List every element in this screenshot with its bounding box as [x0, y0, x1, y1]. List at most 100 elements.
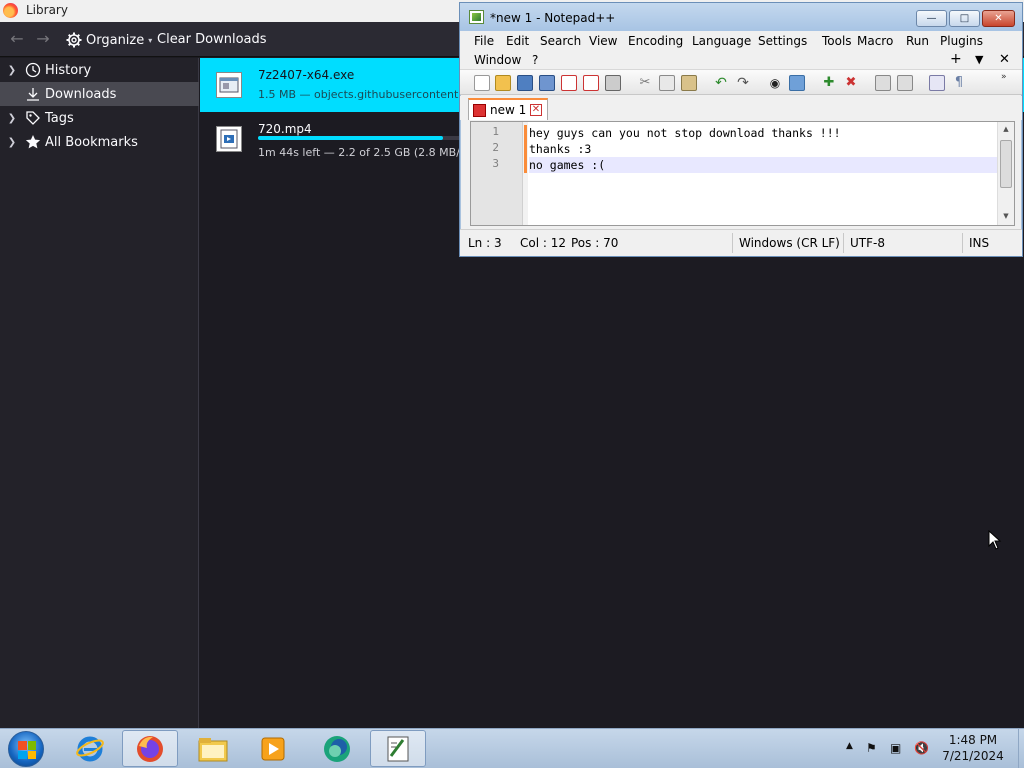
video-file-icon — [216, 126, 242, 152]
scrollbar-thumb[interactable] — [1000, 140, 1012, 188]
code-line[interactable]: thanks :3 — [529, 141, 999, 157]
menu-language[interactable]: Language — [692, 34, 751, 48]
scroll-down-icon[interactable]: ▼ — [998, 212, 1014, 220]
clear-downloads-button[interactable]: Clear Downloads — [157, 32, 267, 47]
line-number-gutter: 1 2 3 — [471, 122, 523, 225]
paste-icon[interactable] — [681, 75, 697, 91]
forward-arrow-icon[interactable]: → — [34, 30, 52, 48]
sync-horizontal-icon[interactable] — [897, 75, 913, 91]
volume-muted-icon[interactable]: 🔇 — [914, 741, 929, 755]
library-sidebar: ❯ History Downloads ❯ Tags ❯ All Bookmar… — [0, 58, 199, 728]
library-title: Library — [26, 3, 68, 17]
chevron-right-icon[interactable]: ❯ — [0, 137, 24, 148]
download-progress-bar — [258, 136, 468, 140]
status-line-ending[interactable]: Windows (CR LF) — [739, 236, 840, 250]
vertical-scrollbar[interactable]: ▲ ▼ — [997, 122, 1014, 225]
taskbar-notepadpp[interactable] — [370, 730, 426, 767]
download-icon — [24, 85, 42, 103]
download-filename: 7z2407-x64.exe — [258, 68, 355, 82]
scroll-up-icon[interactable]: ▲ — [998, 125, 1014, 133]
menu-search[interactable]: Search — [540, 34, 581, 48]
menu-help[interactable]: ? — [532, 53, 538, 67]
tab-new-1[interactable]: new 1 ✕ — [468, 98, 548, 120]
show-desktop-button[interactable] — [1018, 729, 1024, 768]
close-document-icon[interactable]: ✕ — [999, 52, 1010, 67]
change-marker — [524, 125, 527, 141]
notepadpp-toolbar: ✂ ↶ ↷ ◉ ✚ ✖ ¶ » — [460, 69, 1022, 95]
clock-time: 1:48 PM — [948, 733, 998, 747]
code-line[interactable]: hey guys can you not stop download thank… — [529, 125, 999, 141]
tab-close-icon[interactable]: ✕ — [530, 104, 542, 116]
change-marker — [524, 141, 527, 157]
chevron-right-icon[interactable]: ❯ — [0, 65, 24, 76]
menu-tools[interactable]: Tools — [822, 34, 852, 48]
change-marker — [524, 157, 527, 173]
undo-icon[interactable]: ↶ — [713, 75, 729, 91]
copy-icon[interactable] — [659, 75, 675, 91]
menu-encoding[interactable]: Encoding — [628, 34, 683, 48]
action-center-flag-icon[interactable]: ⚑ — [866, 741, 877, 755]
taskbar-internet-explorer[interactable] — [62, 730, 118, 767]
new-file-icon[interactable] — [474, 75, 490, 91]
back-arrow-icon[interactable]: ← — [8, 30, 26, 48]
minimize-button[interactable]: — — [916, 10, 947, 27]
file-explorer-icon — [198, 737, 228, 761]
tab-list-dropdown-icon[interactable]: ▼ — [975, 53, 983, 66]
taskbar-media-player[interactable] — [245, 730, 301, 767]
menu-settings[interactable]: Settings — [758, 34, 807, 48]
tag-icon — [24, 109, 42, 127]
taskbar-browser[interactable] — [309, 730, 365, 767]
menu-run[interactable]: Run — [906, 34, 929, 48]
system-clock[interactable]: 1:48 PM 7/21/2024 — [930, 732, 1016, 764]
save-icon[interactable] — [517, 75, 533, 91]
sidebar-item-history[interactable]: ❯ History — [0, 58, 199, 82]
sync-vertical-icon[interactable] — [875, 75, 891, 91]
menu-file[interactable]: File — [474, 34, 494, 48]
notepadpp-titlebar[interactable]: *new 1 - Notepad++ — □ ✕ — [460, 3, 1022, 31]
notepadpp-tabbar: new 1 ✕ — [460, 96, 1022, 120]
new-tab-plus-icon[interactable]: + — [950, 51, 962, 67]
toolbar-overflow-icon[interactable]: » — [1001, 72, 1017, 88]
menu-view[interactable]: View — [589, 34, 617, 48]
menu-macro[interactable]: Macro — [857, 34, 893, 48]
code-line-current[interactable]: no games :( — [529, 157, 999, 173]
close-button[interactable]: ✕ — [982, 10, 1015, 27]
taskbar: ▲ ⚑ ▣ 🔇 1:48 PM 7/21/2024 — [0, 728, 1024, 768]
sidebar-item-all-bookmarks[interactable]: ❯ All Bookmarks — [0, 130, 199, 154]
organize-button[interactable]: Organize ▾ — [66, 30, 152, 50]
taskbar-firefox[interactable] — [122, 730, 178, 767]
menu-window[interactable]: Window — [474, 53, 521, 67]
taskbar-file-explorer[interactable] — [185, 730, 241, 767]
redo-icon[interactable]: ↷ — [735, 75, 751, 91]
firefox-logo-icon — [3, 3, 18, 18]
cut-icon[interactable]: ✂ — [637, 75, 653, 91]
notepadpp-icon — [387, 736, 409, 761]
zoom-out-icon[interactable]: ✖ — [843, 75, 859, 91]
menu-edit[interactable]: Edit — [506, 34, 529, 48]
sidebar-item-tags[interactable]: ❯ Tags — [0, 106, 199, 130]
maximize-button[interactable]: □ — [949, 10, 980, 27]
show-all-characters-icon[interactable]: ¶ — [951, 75, 967, 91]
open-folder-icon[interactable] — [495, 75, 511, 91]
save-all-icon[interactable] — [539, 75, 555, 91]
status-encoding[interactable]: UTF-8 — [850, 236, 885, 250]
replace-icon[interactable] — [789, 75, 805, 91]
start-button[interactable] — [8, 731, 44, 767]
text-editor[interactable]: 1 2 3 hey guys can you not stop download… — [470, 121, 1015, 226]
print-icon[interactable] — [605, 75, 621, 91]
close-file-icon[interactable] — [561, 75, 577, 91]
clock-date: 7/21/2024 — [942, 749, 1004, 763]
find-icon[interactable]: ◉ — [767, 75, 783, 91]
status-column: Col : 12 — [520, 236, 566, 250]
chevron-right-icon[interactable]: ❯ — [0, 113, 24, 124]
status-insert-mode[interactable]: INS — [969, 236, 989, 250]
word-wrap-icon[interactable] — [929, 75, 945, 91]
sidebar-item-downloads[interactable]: Downloads — [0, 82, 199, 106]
firefox-icon — [137, 735, 163, 762]
close-all-icon[interactable] — [583, 75, 599, 91]
zoom-in-icon[interactable]: ✚ — [821, 75, 837, 91]
sidebar-item-label: Downloads — [45, 86, 117, 102]
show-hidden-icons-icon[interactable]: ▲ — [846, 741, 853, 751]
menu-plugins[interactable]: Plugins — [940, 34, 983, 48]
network-icon[interactable]: ▣ — [890, 741, 901, 755]
